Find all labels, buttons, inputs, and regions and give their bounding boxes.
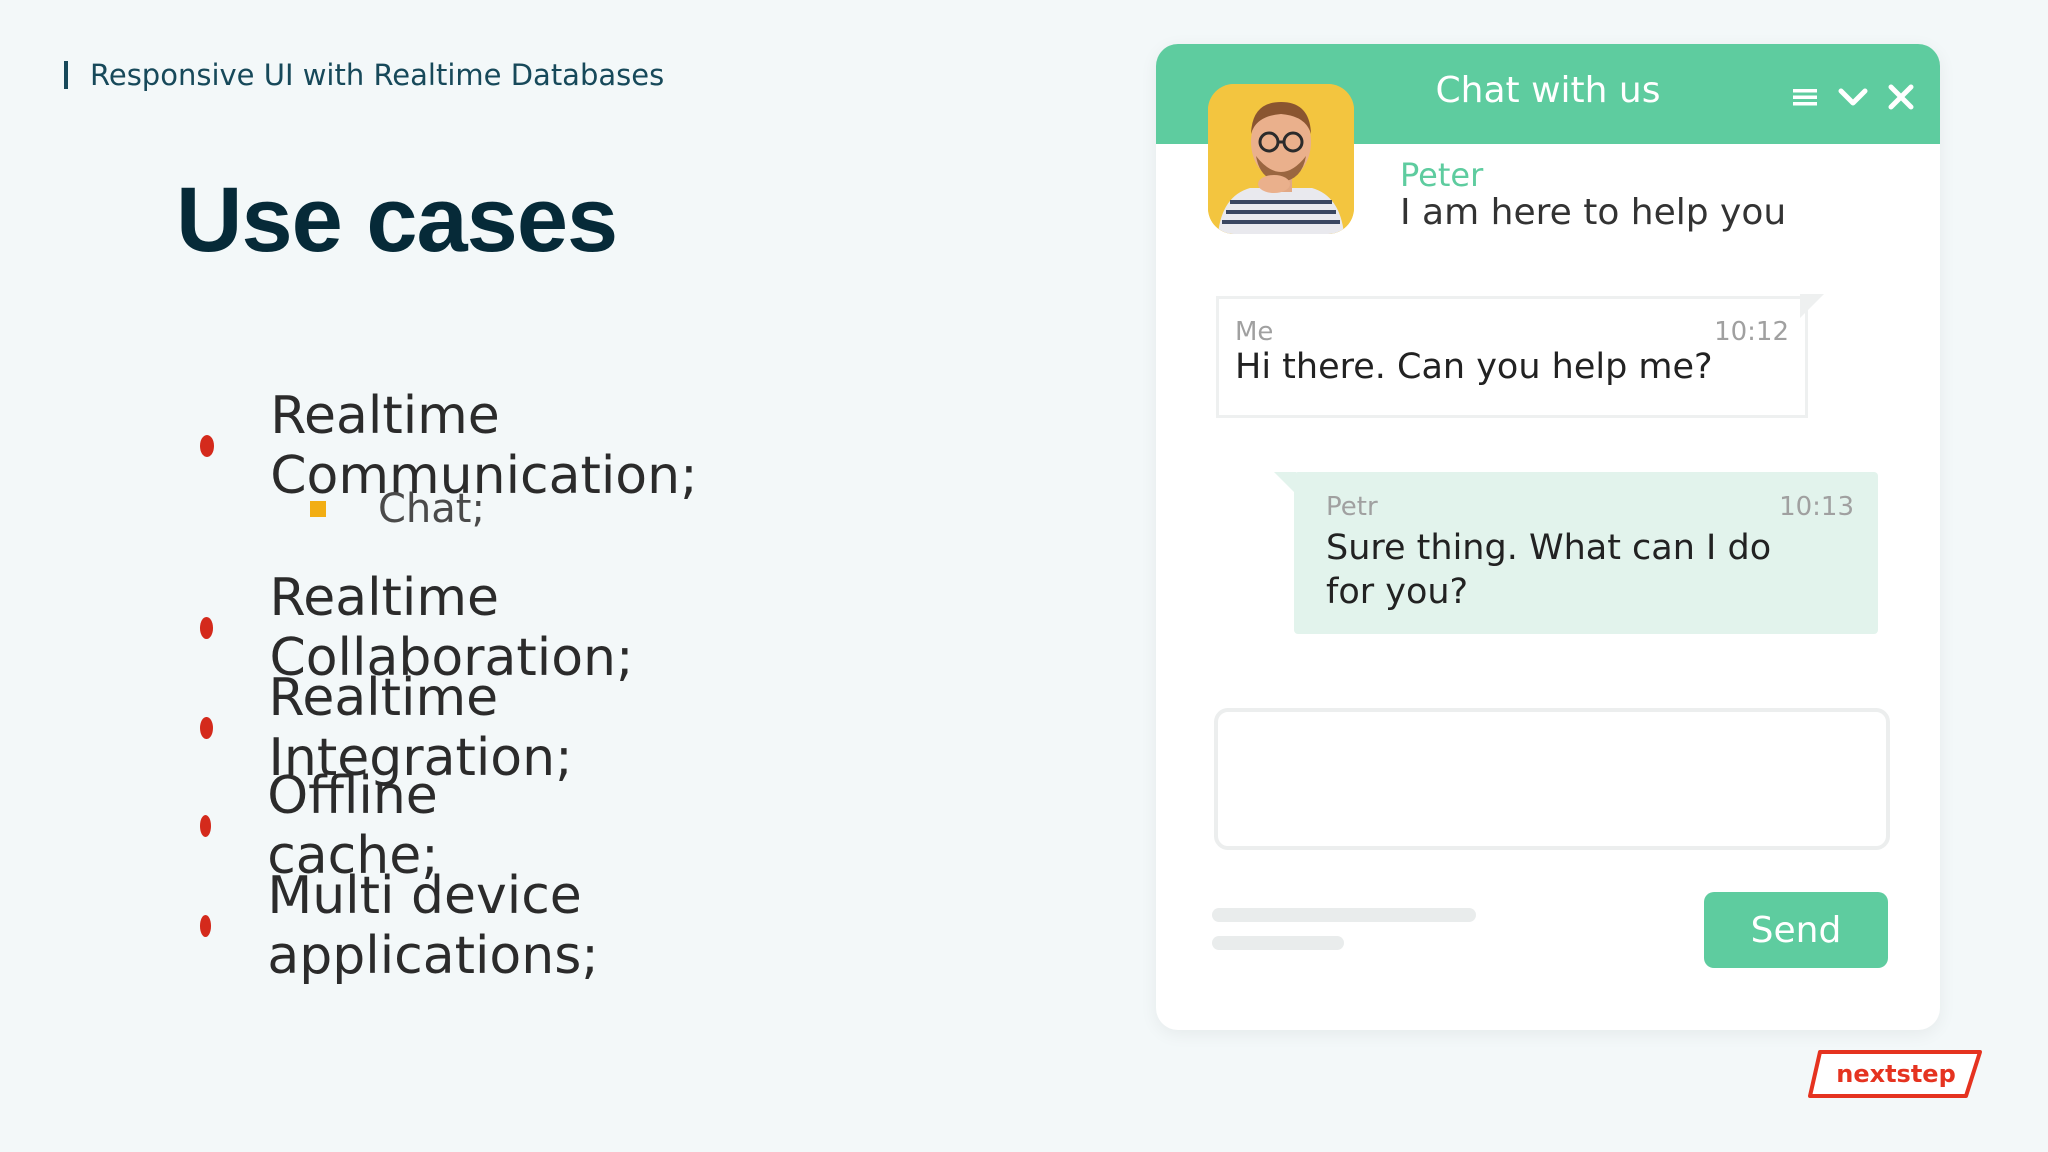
sub-bullet-label: Chat; [378,486,485,532]
nextstep-logo: nextstep [1806,1046,1986,1106]
message-bubble-outgoing: Me 10:12 Hi there. Can you help me? [1216,296,1808,418]
message-time: 10:13 [1779,492,1854,522]
message-sender: Me [1235,317,1274,347]
message-bubble-incoming: Petr 10:13 Sure thing. What can I do for… [1294,472,1878,634]
bullet-label: Multi device applications; [267,866,599,986]
slide-header: Responsive UI with Realtime Databases [64,58,664,92]
message-tail [1274,472,1296,494]
bullet-dot [200,435,215,457]
sub-bullet-square [310,501,326,517]
agent-status: I am here to help you [1400,192,1787,233]
sub-bullet-item: Chat; [310,486,485,532]
header-divider [64,61,68,89]
send-button[interactable]: Send [1704,892,1888,968]
chat-header-controls [1788,80,1918,114]
agent-name: Peter [1400,156,1484,194]
bullet-item: Multi device applications; [200,866,609,986]
message-time: 10:12 [1714,317,1789,347]
logo-text: nextstep [1836,1060,1956,1088]
bullet-dot [200,915,212,937]
message-text-line: for you? [1326,572,1469,612]
message-tail [1800,294,1824,318]
agent-avatar [1208,84,1354,234]
message-text-line: Sure thing. What can I do [1326,528,1772,568]
placeholder-line [1212,936,1344,950]
message-sender: Petr [1326,492,1378,522]
close-icon[interactable] [1884,80,1918,114]
slide-title: Use cases [176,169,618,271]
message-input[interactable] [1214,708,1890,850]
bullet-dot [200,717,213,739]
header-text: Responsive UI with Realtime Databases [90,58,665,92]
logo-badge: nextstep [1808,1050,1982,1098]
bullet-dot [200,617,214,639]
avatar-image [1208,84,1354,234]
placeholder-line [1212,908,1476,922]
bullet-dot [200,815,212,837]
chat-widget: Chat with us Peter I am here to help you… [1156,44,1940,1030]
menu-icon[interactable] [1788,80,1822,114]
message-text: Hi there. Can you help me? [1235,347,1713,387]
chevron-down-icon[interactable] [1836,80,1870,114]
